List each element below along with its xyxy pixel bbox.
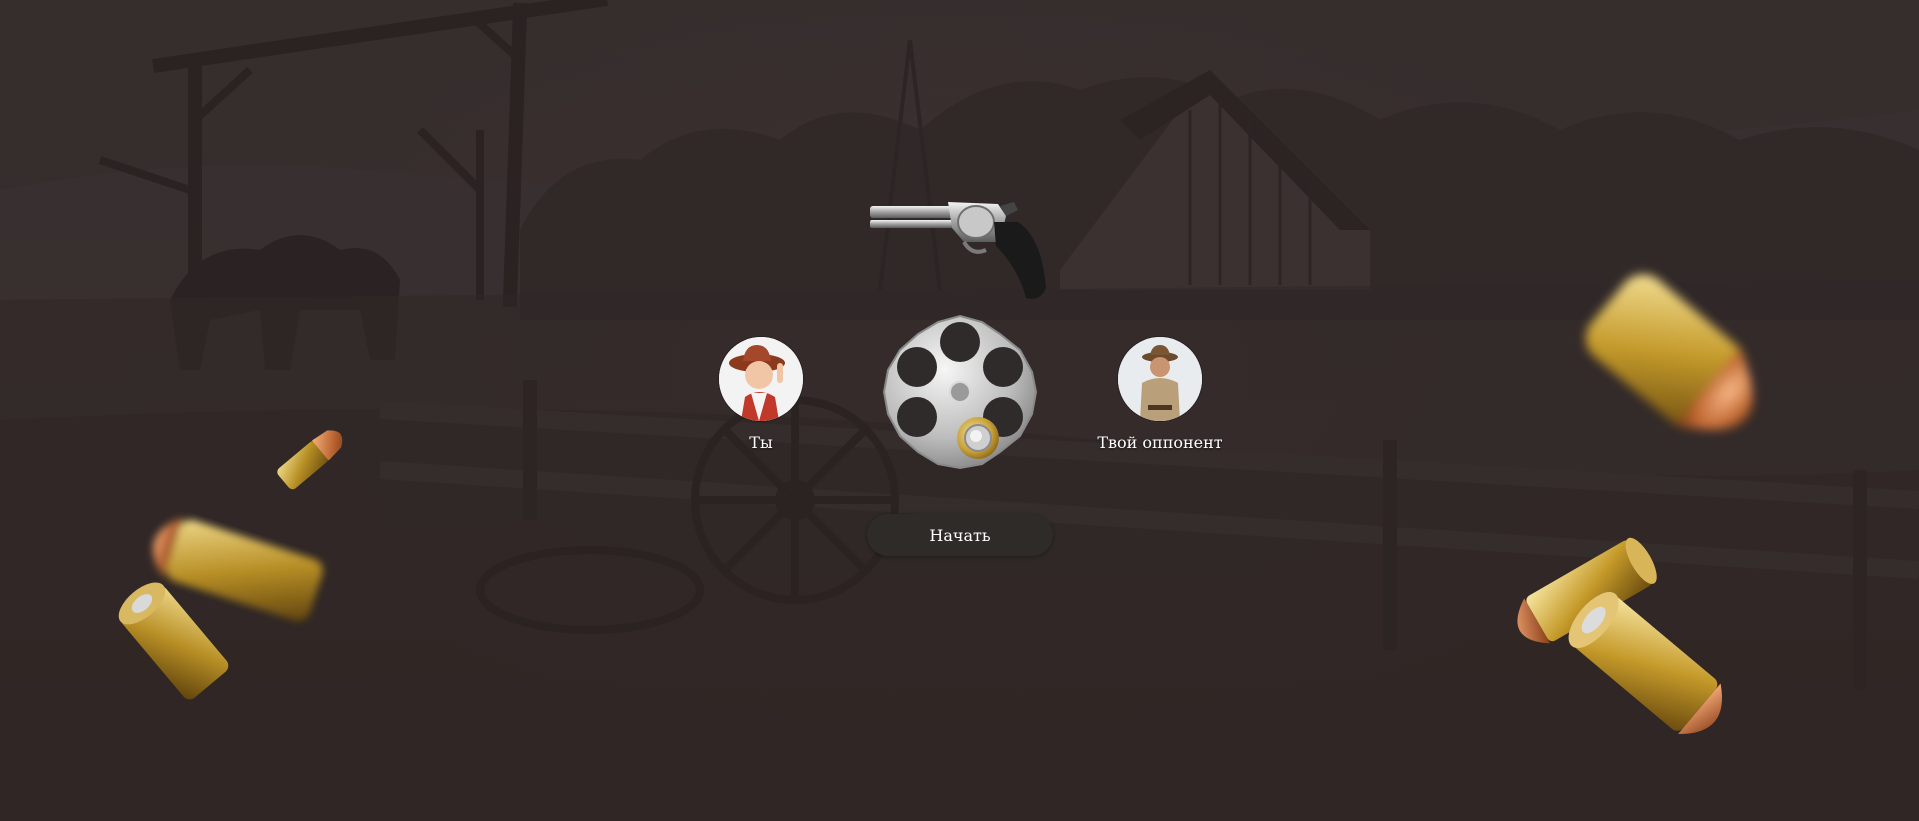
game-screen: Ты Твой оппонент Начать: [0, 0, 1919, 821]
revolver-cylinder: [882, 314, 1038, 470]
player-card: Ты: [716, 337, 806, 452]
bullet-pair-right-icon: [1517, 537, 1722, 735]
start-button[interactable]: Начать: [867, 514, 1053, 556]
player-name: Ты: [749, 433, 773, 452]
bullet-blurred-left-icon: [118, 516, 323, 700]
opponent-card: Твой оппонент: [1092, 337, 1228, 452]
opponent-name: Твой оппонент: [1097, 433, 1223, 452]
bullet-small-icon: [277, 430, 343, 490]
revolver-icon: [870, 202, 1046, 299]
cowboy-kid-avatar-icon: [719, 337, 803, 421]
loaded-chamber-icon: [957, 417, 999, 459]
bullet-blurred-right-icon: [1585, 274, 1753, 430]
cowboy-man-avatar-icon: [1118, 337, 1202, 421]
